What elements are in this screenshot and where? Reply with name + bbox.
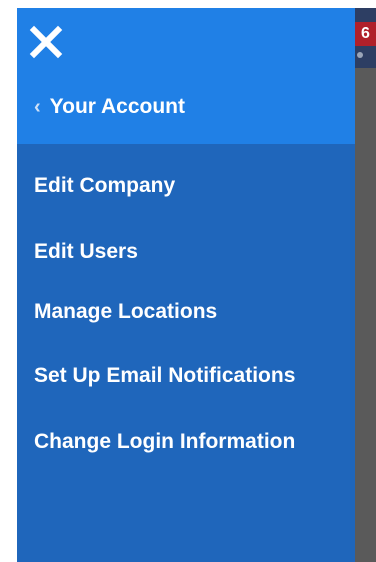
cart-count-badge[interactable]: 6 [355, 22, 376, 46]
menu-item-email-notifications[interactable]: Set Up Email Notifications [34, 362, 295, 390]
page-overlay[interactable] [355, 8, 376, 562]
menu-item-manage-locations[interactable]: Manage Locations [34, 298, 217, 326]
close-icon[interactable] [29, 25, 63, 59]
chevron-left-icon: ‹ [34, 96, 41, 118]
menu-item-change-login[interactable]: Change Login Information [34, 428, 295, 456]
side-drawer: ‹ Your Account Edit Company Edit Users M… [17, 8, 355, 562]
menu-item-edit-users[interactable]: Edit Users [34, 238, 138, 266]
drawer-header: ‹ Your Account [17, 8, 355, 144]
menu-item-edit-company[interactable]: Edit Company [34, 172, 175, 200]
back-label: Your Account [49, 95, 186, 118]
cart-icon[interactable] [356, 50, 366, 60]
back-to-your-account-button[interactable]: ‹ Your Account [34, 92, 185, 122]
